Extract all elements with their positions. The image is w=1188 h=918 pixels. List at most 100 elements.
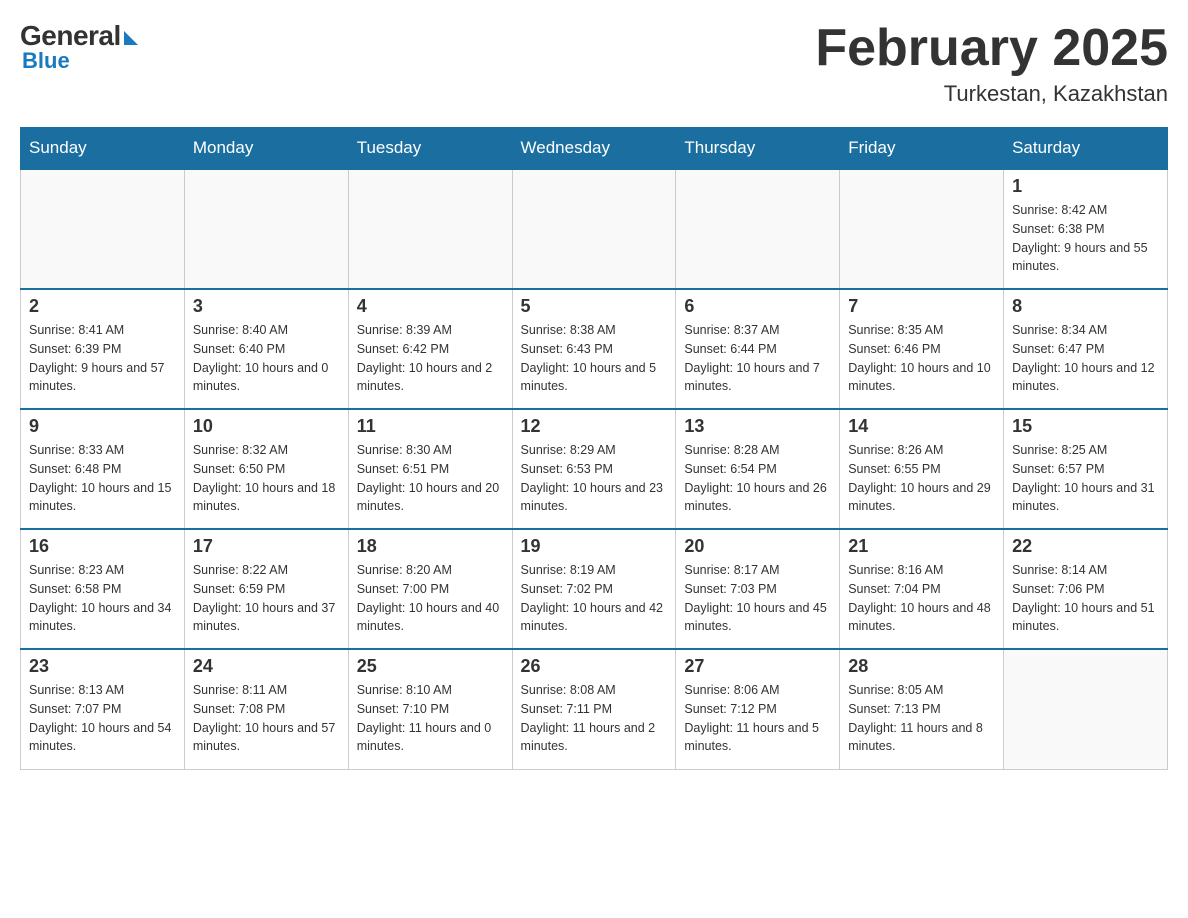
day-number: 20: [684, 536, 831, 557]
calendar-cell: [676, 169, 840, 289]
day-number: 25: [357, 656, 504, 677]
day-info: Sunrise: 8:23 AMSunset: 6:58 PMDaylight:…: [29, 561, 176, 636]
calendar-cell: [184, 169, 348, 289]
day-number: 8: [1012, 296, 1159, 317]
day-number: 7: [848, 296, 995, 317]
calendar-cell: 28 Sunrise: 8:05 AMSunset: 7:13 PMDayligh…: [840, 649, 1004, 769]
logo: General Blue: [20, 20, 138, 74]
day-info: Sunrise: 8:17 AMSunset: 7:03 PMDaylight:…: [684, 561, 831, 636]
day-number: 2: [29, 296, 176, 317]
day-number: 26: [521, 656, 668, 677]
day-info: Sunrise: 8:40 AMSunset: 6:40 PMDaylight:…: [193, 321, 340, 396]
day-info: Sunrise: 8:41 AMSunset: 6:39 PMDaylight:…: [29, 321, 176, 396]
day-info: Sunrise: 8:06 AMSunset: 7:12 PMDaylight:…: [684, 681, 831, 756]
calendar-cell: 8 Sunrise: 8:34 AMSunset: 6:47 PMDaylight…: [1004, 289, 1168, 409]
day-info: Sunrise: 8:42 AMSunset: 6:38 PMDaylight:…: [1012, 201, 1159, 276]
day-info: Sunrise: 8:28 AMSunset: 6:54 PMDaylight:…: [684, 441, 831, 516]
day-info: Sunrise: 8:29 AMSunset: 6:53 PMDaylight:…: [521, 441, 668, 516]
day-number: 18: [357, 536, 504, 557]
calendar-cell: 16 Sunrise: 8:23 AMSunset: 6:58 PMDayligh…: [21, 529, 185, 649]
day-number: 10: [193, 416, 340, 437]
calendar-cell: 23 Sunrise: 8:13 AMSunset: 7:07 PMDayligh…: [21, 649, 185, 769]
calendar-cell: 22 Sunrise: 8:14 AMSunset: 7:06 PMDayligh…: [1004, 529, 1168, 649]
day-number: 16: [29, 536, 176, 557]
day-info: Sunrise: 8:13 AMSunset: 7:07 PMDaylight:…: [29, 681, 176, 756]
day-info: Sunrise: 8:33 AMSunset: 6:48 PMDaylight:…: [29, 441, 176, 516]
calendar-cell: 27 Sunrise: 8:06 AMSunset: 7:12 PMDayligh…: [676, 649, 840, 769]
calendar-cell: 12Sunrise: 8:29 AMSunset: 6:53 PMDayligh…: [512, 409, 676, 529]
calendar-cell: 1 Sunrise: 8:42 AMSunset: 6:38 PMDaylight…: [1004, 169, 1168, 289]
day-info: Sunrise: 8:35 AMSunset: 6:46 PMDaylight:…: [848, 321, 995, 396]
day-info: Sunrise: 8:11 AMSunset: 7:08 PMDaylight:…: [193, 681, 340, 756]
calendar-cell: 5 Sunrise: 8:38 AMSunset: 6:43 PMDaylight…: [512, 289, 676, 409]
day-number: 3: [193, 296, 340, 317]
calendar-cell: 26 Sunrise: 8:08 AMSunset: 7:11 PMDayligh…: [512, 649, 676, 769]
day-info: Sunrise: 8:34 AMSunset: 6:47 PMDaylight:…: [1012, 321, 1159, 396]
day-number: 1: [1012, 176, 1159, 197]
column-header-friday: Friday: [840, 128, 1004, 170]
calendar-cell: 11Sunrise: 8:30 AMSunset: 6:51 PMDayligh…: [348, 409, 512, 529]
calendar-week-row: 9Sunrise: 8:33 AMSunset: 6:48 PMDaylight…: [21, 409, 1168, 529]
calendar-cell: 4 Sunrise: 8:39 AMSunset: 6:42 PMDaylight…: [348, 289, 512, 409]
calendar-cell: 19Sunrise: 8:19 AMSunset: 7:02 PMDayligh…: [512, 529, 676, 649]
day-info: Sunrise: 8:26 AMSunset: 6:55 PMDaylight:…: [848, 441, 995, 516]
day-number: 28: [848, 656, 995, 677]
calendar-cell: 17 Sunrise: 8:22 AMSunset: 6:59 PMDayligh…: [184, 529, 348, 649]
month-title: February 2025: [815, 20, 1168, 77]
title-section: February 2025 Turkestan, Kazakhstan: [815, 20, 1168, 107]
calendar-header-row: SundayMondayTuesdayWednesdayThursdayFrid…: [21, 128, 1168, 170]
day-info: Sunrise: 8:22 AMSunset: 6:59 PMDaylight:…: [193, 561, 340, 636]
day-info: Sunrise: 8:25 AMSunset: 6:57 PMDaylight:…: [1012, 441, 1159, 516]
day-info: Sunrise: 8:14 AMSunset: 7:06 PMDaylight:…: [1012, 561, 1159, 636]
calendar-cell: 7 Sunrise: 8:35 AMSunset: 6:46 PMDaylight…: [840, 289, 1004, 409]
day-number: 11: [357, 416, 504, 437]
column-header-wednesday: Wednesday: [512, 128, 676, 170]
day-info: Sunrise: 8:38 AMSunset: 6:43 PMDaylight:…: [521, 321, 668, 396]
column-header-monday: Monday: [184, 128, 348, 170]
calendar-cell: 18 Sunrise: 8:20 AMSunset: 7:00 PMDayligh…: [348, 529, 512, 649]
day-number: 22: [1012, 536, 1159, 557]
calendar-cell: 25 Sunrise: 8:10 AMSunset: 7:10 PMDayligh…: [348, 649, 512, 769]
day-number: 5: [521, 296, 668, 317]
calendar-cell: 13 Sunrise: 8:28 AMSunset: 6:54 PMDayligh…: [676, 409, 840, 529]
day-info: Sunrise: 8:20 AMSunset: 7:00 PMDaylight:…: [357, 561, 504, 636]
day-number: 13: [684, 416, 831, 437]
day-number: 19: [521, 536, 668, 557]
column-header-thursday: Thursday: [676, 128, 840, 170]
day-number: 15: [1012, 416, 1159, 437]
day-info: Sunrise: 8:05 AMSunset: 7:13 PMDaylight:…: [848, 681, 995, 756]
calendar-week-row: 16 Sunrise: 8:23 AMSunset: 6:58 PMDayligh…: [21, 529, 1168, 649]
calendar-cell: 10 Sunrise: 8:32 AMSunset: 6:50 PMDayligh…: [184, 409, 348, 529]
day-number: 21: [848, 536, 995, 557]
day-number: 24: [193, 656, 340, 677]
day-info: Sunrise: 8:39 AMSunset: 6:42 PMDaylight:…: [357, 321, 504, 396]
page-header: General Blue February 2025 Turkestan, Ka…: [20, 20, 1168, 107]
calendar-cell: 21Sunrise: 8:16 AMSunset: 7:04 PMDayligh…: [840, 529, 1004, 649]
calendar-table: SundayMondayTuesdayWednesdayThursdayFrid…: [20, 127, 1168, 770]
calendar-cell: 9Sunrise: 8:33 AMSunset: 6:48 PMDaylight…: [21, 409, 185, 529]
location-text: Turkestan, Kazakhstan: [815, 81, 1168, 107]
column-header-saturday: Saturday: [1004, 128, 1168, 170]
calendar-week-row: 1 Sunrise: 8:42 AMSunset: 6:38 PMDaylight…: [21, 169, 1168, 289]
calendar-cell: [512, 169, 676, 289]
day-number: 23: [29, 656, 176, 677]
column-header-sunday: Sunday: [21, 128, 185, 170]
calendar-cell: [21, 169, 185, 289]
calendar-cell: 3 Sunrise: 8:40 AMSunset: 6:40 PMDaylight…: [184, 289, 348, 409]
day-number: 6: [684, 296, 831, 317]
calendar-cell: [348, 169, 512, 289]
day-number: 17: [193, 536, 340, 557]
calendar-cell: 20 Sunrise: 8:17 AMSunset: 7:03 PMDayligh…: [676, 529, 840, 649]
day-number: 27: [684, 656, 831, 677]
day-number: 14: [848, 416, 995, 437]
logo-blue-text: Blue: [22, 48, 70, 74]
calendar-cell: 24 Sunrise: 8:11 AMSunset: 7:08 PMDayligh…: [184, 649, 348, 769]
day-info: Sunrise: 8:08 AMSunset: 7:11 PMDaylight:…: [521, 681, 668, 756]
column-header-tuesday: Tuesday: [348, 128, 512, 170]
calendar-cell: 15 Sunrise: 8:25 AMSunset: 6:57 PMDayligh…: [1004, 409, 1168, 529]
calendar-cell: 2 Sunrise: 8:41 AMSunset: 6:39 PMDaylight…: [21, 289, 185, 409]
day-number: 4: [357, 296, 504, 317]
day-info: Sunrise: 8:10 AMSunset: 7:10 PMDaylight:…: [357, 681, 504, 756]
logo-triangle-icon: [124, 31, 138, 45]
day-info: Sunrise: 8:32 AMSunset: 6:50 PMDaylight:…: [193, 441, 340, 516]
